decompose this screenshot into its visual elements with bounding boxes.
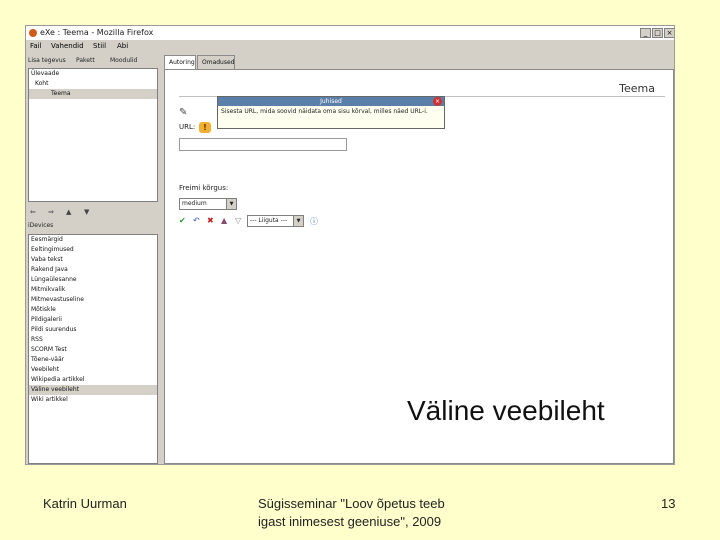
idevice-item[interactable]: Mitmikvalik [29,285,157,295]
idevice-item[interactable]: Eesmärgid [29,235,157,245]
menubar: Fail Vahendid Stiil Abi [26,40,674,53]
undo-icon[interactable]: ↶ [193,216,200,225]
tab-authoring[interactable]: Autoring [164,55,196,69]
instructions-popup: Juhised × Sisesta URL, mida soovid näida… [217,96,445,129]
idevice-item[interactable]: Mõtiskle [29,305,157,315]
left-tabs: Lisa tegevus Pakett Moodulid [28,55,158,66]
idevice-item[interactable]: RSS [29,335,157,345]
promote-icon[interactable]: ⇐ [30,208,36,216]
idevice-item[interactable]: Vaba tekst [29,255,157,265]
menu-help[interactable]: Abi [117,40,128,53]
idevices-label: iDevices [28,222,54,229]
idevice-item[interactable]: Rakend Java [29,265,157,275]
idevice-list: Eesmärgid Eeltingimused Vaba tekst Raken… [28,234,158,464]
popup-title: Juhised [218,97,444,106]
idevice-item[interactable]: Lüngaülesanne [29,275,157,285]
footer-event-line2: igast inimesest geeniuse", 2009 [258,514,442,529]
outline-item-place[interactable]: Koht [29,79,157,89]
done-check-icon[interactable]: ✔ [179,216,186,225]
move-down-icon[interactable]: ▼ [84,208,89,216]
outline-toolbar: ⇐ ⇒ ▲ ▼ [30,208,150,218]
info-bang-icon[interactable]: ! [199,122,211,133]
chevron-down-icon: ▼ [226,199,236,209]
menu-style[interactable]: Stiil [93,40,106,53]
move-up-icon[interactable]: ▲ [221,216,227,225]
move-up-icon[interactable]: ▲ [66,208,71,216]
idevice-item[interactable]: SCORM Test [29,345,157,355]
idevice-item[interactable]: Mitmevastuseline [29,295,157,305]
idevice-item[interactable]: Pildi suurendus [29,325,157,335]
footer-author: Katrin Uurman [43,496,127,511]
menu-file[interactable]: Fail [30,40,42,53]
menu-tools[interactable]: Vahendid [51,40,84,53]
window-titlebar: eXe : Teema - Mozilla Firefox _ □ × [26,26,674,40]
tab-properties[interactable]: Omadused [197,55,235,69]
tab-modules[interactable]: Moodulid [110,55,137,66]
close-window-button[interactable]: × [664,28,674,38]
outline-tree: Ülevaade Koht Teema [28,68,158,202]
popup-close-icon[interactable]: × [433,97,442,106]
idevice-item[interactable]: Eeltingimused [29,245,157,255]
delete-icon[interactable]: ✖ [207,216,214,225]
frame-height-select[interactable]: medium ▼ [179,198,237,210]
move-to-select[interactable]: --- Liiguta --- ▼ [247,215,304,227]
firefox-icon [29,29,37,37]
minimize-button[interactable]: _ [640,28,651,38]
node-title: Teema [619,82,655,95]
popup-body: Sisesta URL, mida soovid näidata oma sis… [221,108,428,115]
url-input[interactable] [179,138,347,151]
tab-package[interactable]: Pakett [76,55,95,66]
outline-item-topic[interactable]: Teema [29,89,157,99]
help-info-icon[interactable]: ⓘ [310,216,318,227]
url-label: URL: [179,123,196,131]
demote-icon[interactable]: ⇒ [48,208,54,216]
maximize-button[interactable]: □ [652,28,663,38]
footer-page-number: 13 [661,496,676,511]
move-down-icon[interactable]: ▽ [235,216,241,225]
idevice-item[interactable]: Wiki artikkel [29,395,157,405]
frame-height-label: Freimi kõrgus: [179,184,229,192]
edit-pencil-icon[interactable]: ✎ [179,107,187,118]
idevice-item[interactable]: Pildigalerii [29,315,157,325]
frame-height-value: medium [182,200,207,207]
chevron-down-icon: ▼ [293,216,303,226]
idevice-item-selected[interactable]: Väline veebileht [29,385,157,395]
outline-item-overview[interactable]: Ülevaade [29,69,157,79]
move-to-value: --- Liiguta --- [250,217,288,224]
footer-event-line1: Sügisseminar "Loov õpetus teeb [258,496,445,511]
idevice-item[interactable]: Tõene-väär [29,355,157,365]
slide-caption: Väline veebileht [407,395,605,426]
tab-add-activity[interactable]: Lisa tegevus [28,55,66,66]
idevice-item[interactable]: Veebileht [29,365,157,375]
idevice-item[interactable]: Wikipedia artikkel [29,375,157,385]
window-title: eXe : Teema - Mozilla Firefox [40,28,154,37]
